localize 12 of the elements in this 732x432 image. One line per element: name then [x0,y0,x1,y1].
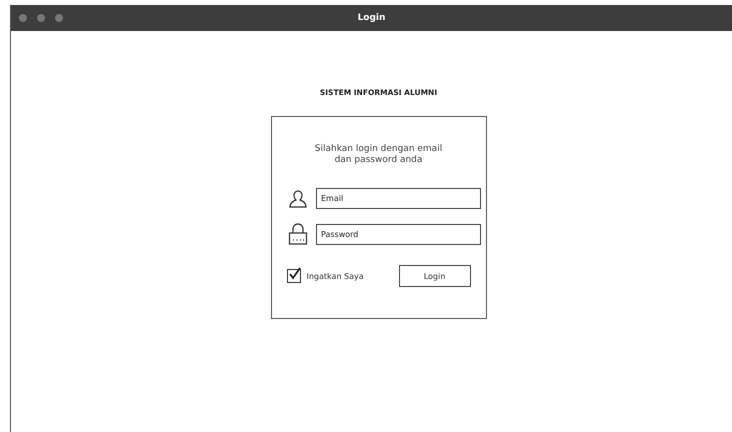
user-icon [288,188,308,208]
email-field[interactable]: Email [316,188,481,209]
minimize-button[interactable] [37,14,45,22]
remember-checkbox[interactable] [286,269,300,283]
maximize-button[interactable] [55,14,63,22]
password-field[interactable]: Password [316,224,481,244]
login-button[interactable]: Login [398,265,470,287]
lock-icon [288,223,308,245]
close-button[interactable] [19,14,27,22]
login-message: Silahkan login dengan email dan password anda [314,144,444,166]
remember-label: Ingatkan Saya [306,272,364,280]
window-title: Login [358,13,386,23]
